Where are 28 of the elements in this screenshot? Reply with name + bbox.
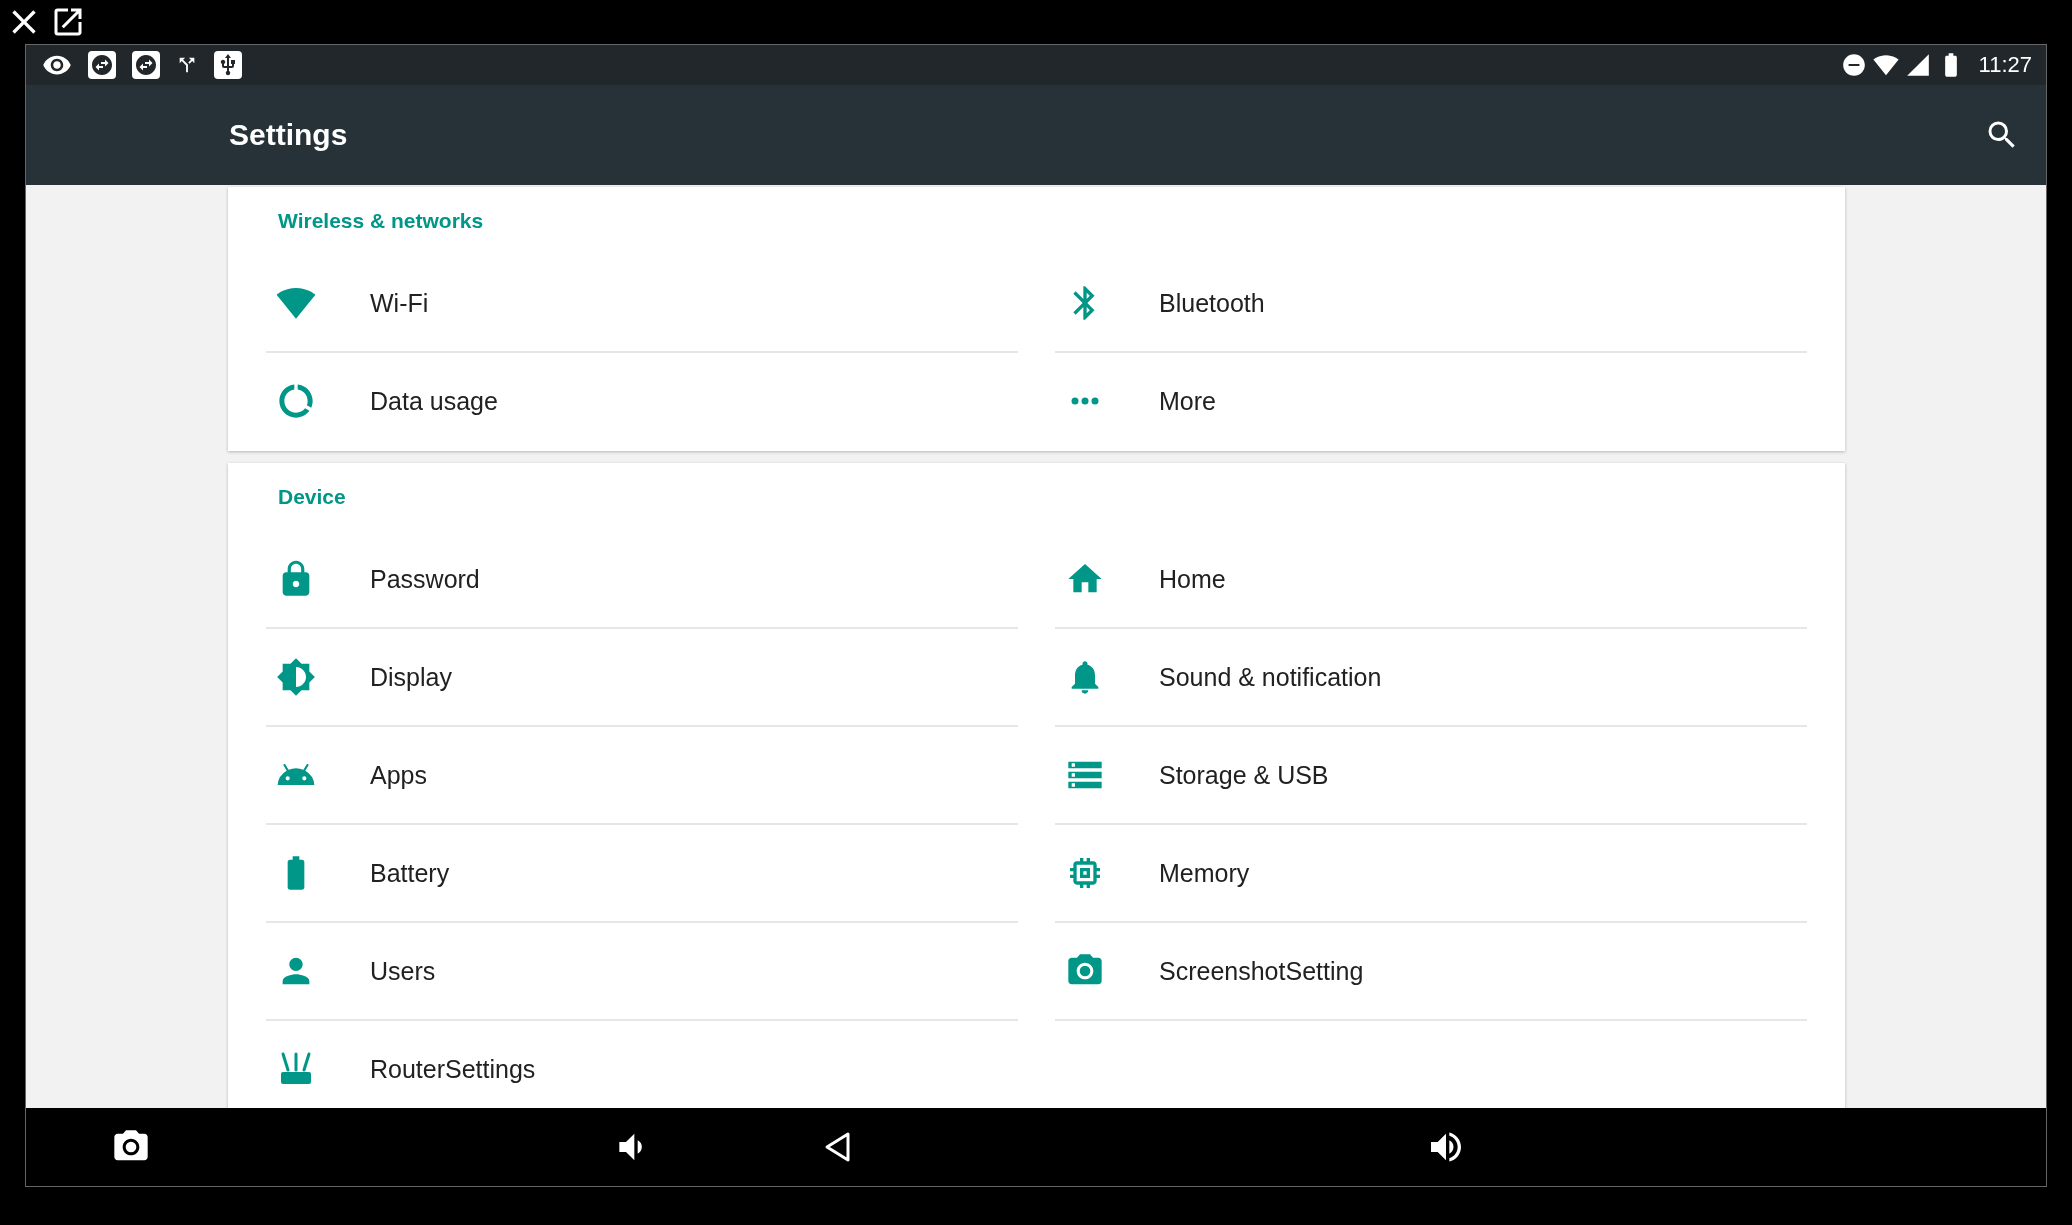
router-icon bbox=[279, 1052, 313, 1086]
more-icon bbox=[1071, 397, 1099, 405]
settings-item[interactable]: Wi-Fi bbox=[266, 255, 1018, 353]
settings-item[interactable]: Users bbox=[266, 923, 1018, 1021]
section-header: Wireless & networks bbox=[278, 209, 484, 233]
settings-item[interactable]: Password bbox=[266, 531, 1018, 629]
remote-control-icon bbox=[132, 51, 160, 79]
settings-item[interactable]: Bluetooth bbox=[1055, 255, 1807, 353]
settings-item[interactable]: Battery bbox=[266, 825, 1018, 923]
do-not-disturb-icon bbox=[1840, 52, 1867, 78]
wifi-signal-icon bbox=[1872, 52, 1899, 78]
section-header: Device bbox=[278, 485, 346, 509]
usb-icon bbox=[214, 51, 242, 79]
settings-item[interactable]: Storage & USB bbox=[1055, 727, 1807, 825]
remote-control-icon bbox=[88, 51, 116, 79]
app-title: Settings bbox=[229, 118, 349, 152]
settings-item[interactable]: Display bbox=[266, 629, 1018, 727]
settings-item[interactable]: More bbox=[1055, 353, 1807, 451]
cellular-signal-icon bbox=[1904, 52, 1931, 78]
settings-item[interactable]: RouterSettings bbox=[266, 1021, 1018, 1108]
clock-time: 11:27 bbox=[1978, 52, 2032, 78]
settings-item[interactable]: Apps bbox=[266, 727, 1018, 825]
settings-item[interactable]: Memory bbox=[1055, 825, 1807, 923]
settings-item[interactable]: Home bbox=[1055, 531, 1807, 629]
brightness-icon bbox=[276, 657, 316, 697]
settings-item[interactable]: ScreenshotSetting bbox=[1055, 923, 1807, 1021]
settings-item[interactable]: Data usage bbox=[266, 353, 1018, 451]
settings-item[interactable]: Sound & notification bbox=[1055, 629, 1807, 727]
